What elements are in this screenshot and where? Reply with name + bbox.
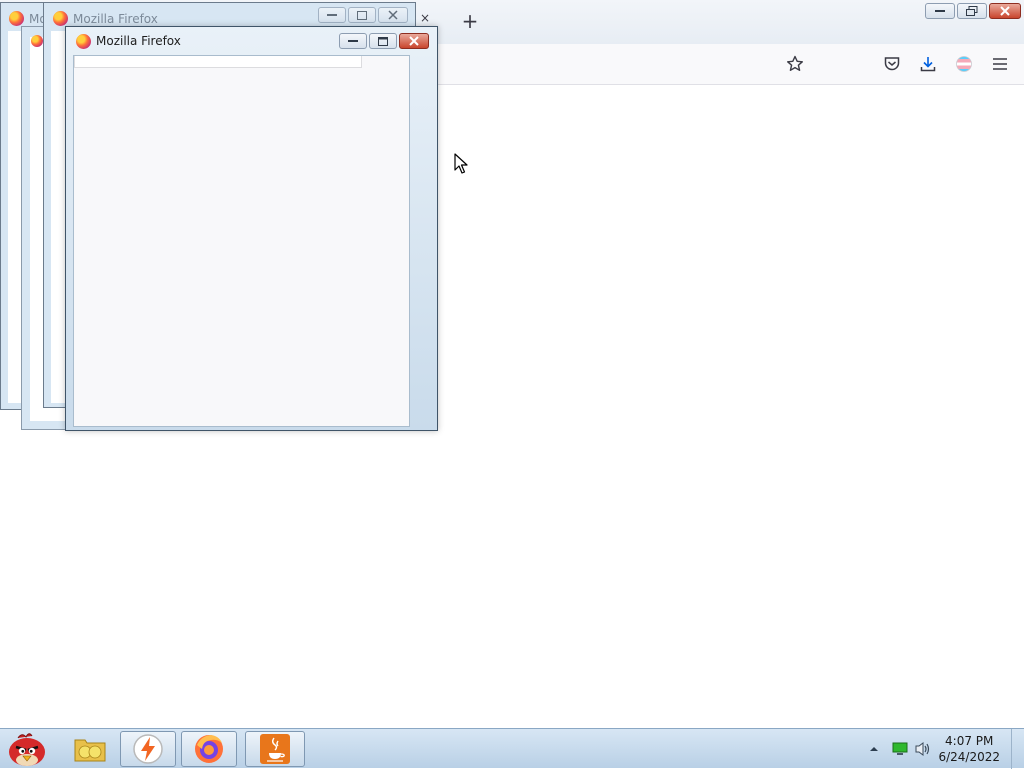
firefox-icon [76,34,91,49]
maximize-button[interactable] [369,33,397,49]
main-window-controls [925,3,1021,19]
window-title: Mozilla Firefox [96,34,181,48]
start-button[interactable] [2,731,52,767]
java-icon [260,734,290,764]
taskbar-app-explorer[interactable] [62,731,118,767]
minimize-icon [348,39,358,42]
close-icon [1000,6,1010,16]
clock-date: 6/24/2022 [938,750,1000,764]
clock[interactable]: 4:07 PM 6/24/2022 [938,733,1000,765]
show-desktop-button[interactable] [1011,729,1024,769]
bookmark-star-icon[interactable] [783,52,807,76]
maximize-icon [378,36,388,46]
minimize-icon [935,9,945,12]
speaker-icon[interactable] [914,741,932,757]
front-firefox-window[interactable]: Mozilla Firefox [65,26,438,431]
new-tab-button[interactable]: + [458,9,482,33]
taskbar: 4:07 PM 6/24/2022 [0,728,1024,769]
close-icon [409,36,419,46]
tab-close-button[interactable]: × [420,11,430,25]
background-window-title: Mozilla Firefox [73,12,158,26]
minimize-button[interactable] [339,33,367,49]
window-controls [339,33,429,49]
angry-birds-icon [9,733,45,766]
firefox-icon [9,11,24,26]
firefox-icon [195,735,223,763]
taskbar-app-flash[interactable] [120,731,176,767]
taskbar-app-java[interactable] [245,731,305,767]
mouse-cursor-icon [454,153,468,174]
show-hidden-icons-icon[interactable] [868,744,880,754]
minimize-button[interactable] [925,3,955,19]
network-icon[interactable] [892,742,908,756]
close-button[interactable] [989,3,1021,19]
taskbar-app-firefox[interactable] [181,731,237,767]
file-explorer-icon [74,739,106,762]
flash-app-icon [133,734,163,764]
clock-time: 4:07 PM [945,734,994,748]
network-tray [892,729,908,769]
firefox-icon [31,35,43,47]
window-content [73,55,410,427]
system-tray [868,729,880,769]
close-button[interactable] [378,7,408,23]
firefox-icon [53,11,68,26]
minimize-button[interactable] [318,7,346,23]
menu-icon[interactable] [988,52,1012,76]
pocket-icon[interactable] [880,52,904,76]
restore-button[interactable] [957,3,987,19]
maximize-button[interactable] [348,7,376,23]
close-button[interactable] [399,33,429,49]
account-icon[interactable] [952,52,976,76]
restore-icon [966,6,978,16]
url-bar[interactable] [74,56,362,68]
volume-tray [914,729,932,769]
downloads-icon[interactable] [916,52,940,76]
